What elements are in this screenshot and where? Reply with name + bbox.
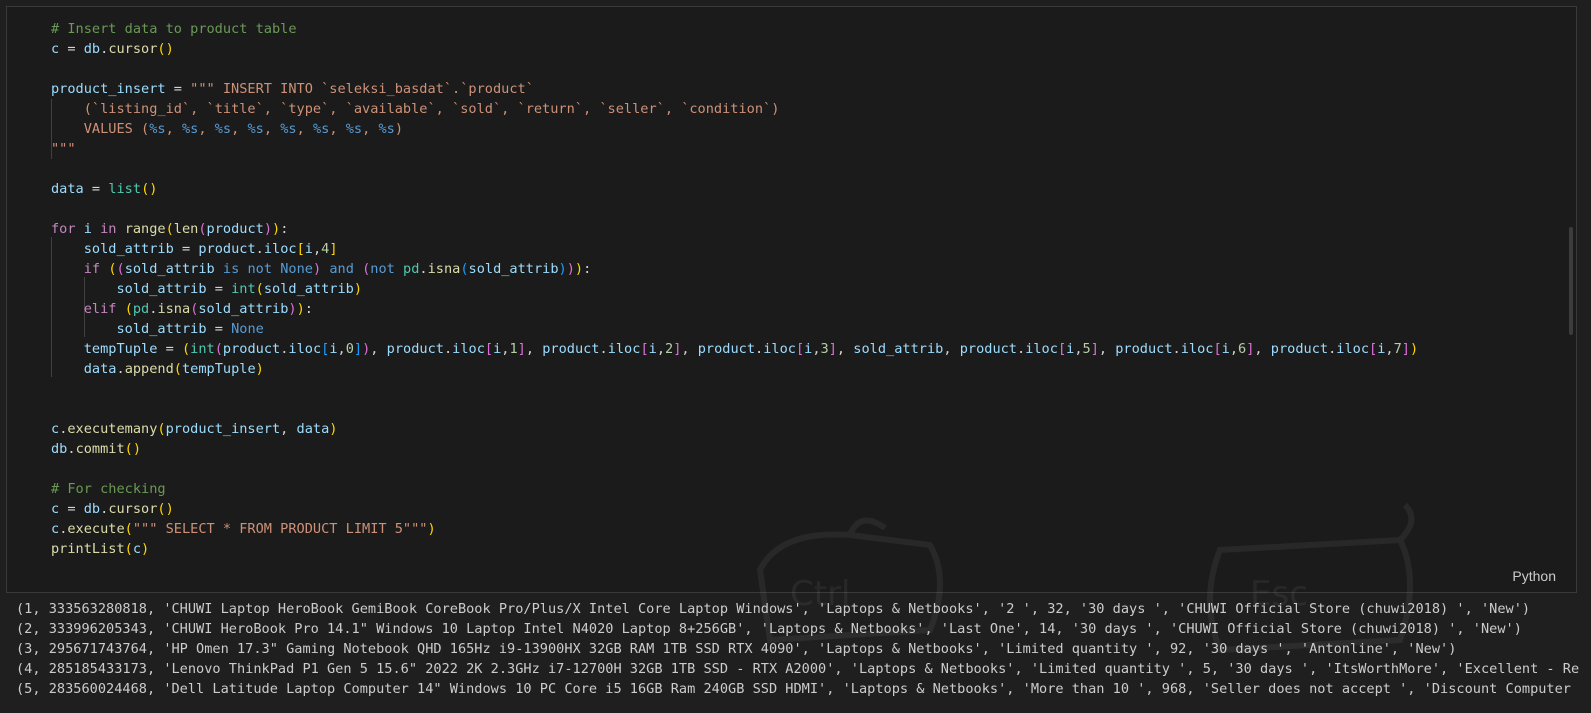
sql-columns-string: (`listing_id`, `title`, `type`, `availab… [83,101,780,117]
vertical-scrollbar[interactable] [1569,227,1573,335]
code-comment: # Insert data to product table [51,21,297,37]
output-line: (5, 283560024468, 'Dell Latitude Laptop … [16,681,1579,697]
output-line: (2, 333996205343, 'CHUWI HeroBook Pro 14… [16,621,1522,637]
code-comment: # For checking [51,481,166,497]
output-line: (3, 295671743764, 'HP Omen 17.3" Gaming … [16,641,1457,657]
output-line: (4, 285185433173, 'Lenovo ThinkPad P1 Ge… [16,661,1579,677]
sql-insert-string: """ INSERT INTO `seleksi_basdat`.`produc… [190,81,534,97]
sql-select-string: """ SELECT * FROM PRODUCT LIMIT 5""" [132,521,428,537]
output-line: (1, 333563280818, 'CHUWI Laptop HeroBook… [16,601,1531,617]
code-editor[interactable]: # Insert data to product table c = db.cu… [51,19,1418,559]
cell-output: (1, 333563280818, 'CHUWI Laptop HeroBook… [16,599,1579,709]
cell-language-label[interactable]: Python [1512,568,1556,584]
